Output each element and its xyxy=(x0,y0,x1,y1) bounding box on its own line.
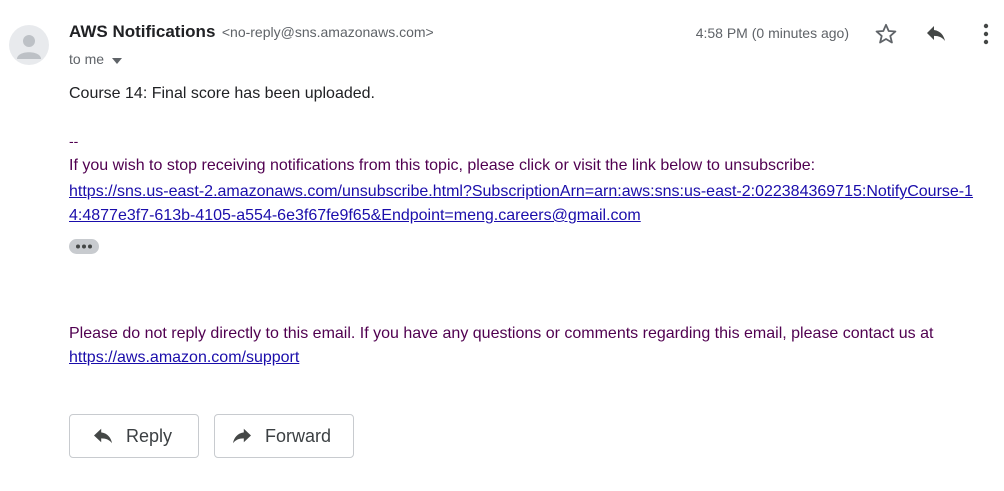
show-trimmed-content-button[interactable] xyxy=(69,239,99,254)
recipient-label: to me xyxy=(69,51,105,67)
caret-down-icon[interactable] xyxy=(112,51,123,67)
sender-email: <no-reply@sns.amazonaws.com> xyxy=(221,24,434,40)
message-body-text: Course 14: Final score has been uploaded… xyxy=(69,85,375,102)
recipient-details-toggle[interactable]: to me xyxy=(69,50,123,68)
sender-name[interactable]: AWS Notifications xyxy=(69,22,215,41)
unsubscribe-text: If you wish to stop receiving notificati… xyxy=(69,157,816,174)
person-icon xyxy=(17,35,41,59)
message-timestamp: 4:58 PM (0 minutes ago) xyxy=(695,25,849,41)
signature-separator: -- xyxy=(69,133,79,149)
email-message-view: AWS Notifications <no-reply@sns.amazonaw… xyxy=(0,0,1004,491)
forward-action-button[interactable]: Forward xyxy=(214,414,354,458)
star-icon xyxy=(875,23,897,44)
more-vertical-icon xyxy=(983,23,989,45)
ellipsis-icon xyxy=(76,244,92,249)
reply-button[interactable] xyxy=(922,20,950,48)
reply-icon xyxy=(92,427,114,445)
star-button[interactable] xyxy=(872,20,900,48)
sender-avatar[interactable] xyxy=(9,25,49,65)
more-options-button[interactable] xyxy=(972,20,1000,48)
support-link[interactable]: https://aws.amazon.com/support xyxy=(69,349,299,367)
forward-button-label: Forward xyxy=(265,425,332,446)
unsubscribe-link[interactable]: https://sns.us-east-2.amazonaws.com/unsu… xyxy=(69,180,984,228)
reply-button-label: Reply xyxy=(126,425,173,446)
sender-line: AWS Notifications <no-reply@sns.amazonaw… xyxy=(69,22,434,44)
forward-icon xyxy=(231,427,253,445)
do-not-reply-notice: Please do not reply directly to this ema… xyxy=(69,325,934,342)
reply-action-button[interactable]: Reply xyxy=(69,414,199,458)
reply-icon xyxy=(927,26,945,41)
